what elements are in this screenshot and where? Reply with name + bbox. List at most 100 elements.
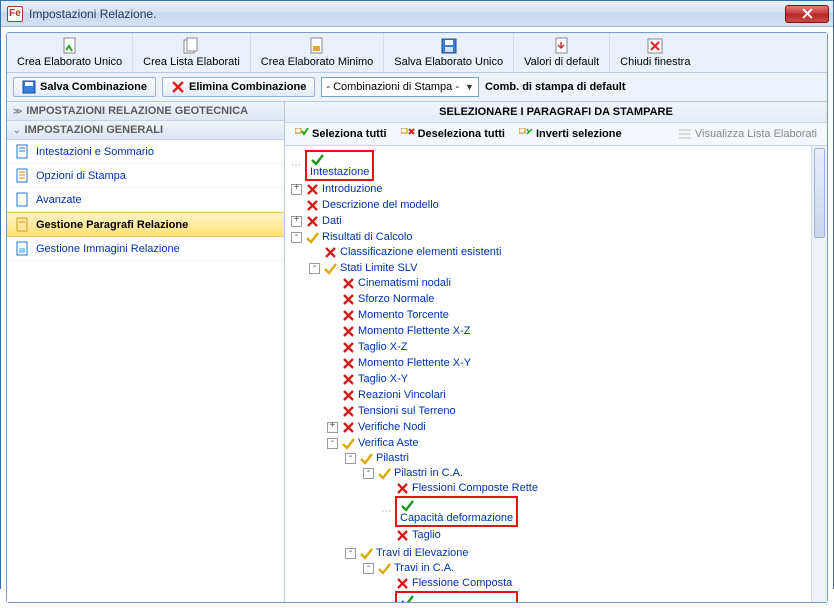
inverti-selezione-button[interactable]: Inverti selezione <box>513 126 628 142</box>
tree-item[interactable]: Descrizione del modello <box>322 199 439 211</box>
doc-lines-icon <box>15 168 30 183</box>
partial-check-icon <box>377 561 391 575</box>
sidebar-item-label: Gestione Immagini Relazione <box>36 243 180 255</box>
tree-item[interactable]: Travi di Elevazione <box>376 547 469 559</box>
salva-combinazione-button[interactable]: Salva Combinazione <box>13 77 156 97</box>
tree-item[interactable]: Flessioni Composte Rette <box>412 482 538 494</box>
app-icon: Fe <box>7 6 23 22</box>
tree-item[interactable]: Risultati di Calcolo <box>322 231 412 243</box>
window-close-button[interactable] <box>785 5 829 23</box>
expand-toggle[interactable]: - <box>309 263 320 274</box>
crea-elaborato-minimo-button[interactable]: Crea Elaborato Minimo <box>251 33 385 72</box>
cross-icon <box>341 292 355 306</box>
tree-item[interactable]: Pilastri in C.A. <box>394 467 463 479</box>
salva-elaborato-unico-button[interactable]: Salva Elaborato Unico <box>384 33 514 72</box>
cross-icon <box>305 198 319 212</box>
valori-default-button[interactable]: Valori di default <box>514 33 610 72</box>
sidebar-item-avanzate[interactable]: Avanzate <box>7 188 284 212</box>
combination-row: Salva Combinazione Elimina Combinazione … <box>7 73 827 102</box>
tree-item[interactable]: Stati Limite SLV <box>340 262 417 274</box>
expand-toggle[interactable]: - <box>363 468 374 479</box>
invert-icon <box>519 128 533 140</box>
close-red-icon <box>620 36 690 56</box>
tree-item[interactable]: Tensioni sul Terreno <box>358 405 456 417</box>
sidebar-section-geotecnica[interactable]: ≫ IMPOSTAZIONI RELAZIONE GEOTECNICA <box>7 102 284 121</box>
button-label: Visualizza Lista Elaborati <box>695 128 817 140</box>
doc-orange-icon <box>261 36 374 56</box>
tree-scroll-area[interactable]: ⋯ Intestazione +Introduzione .Descrizion… <box>285 146 827 602</box>
toolbar-label: Crea Lista Elaborati <box>143 56 240 68</box>
vertical-scrollbar[interactable] <box>811 146 827 602</box>
tree-item[interactable]: Introduzione <box>322 183 383 195</box>
sidebar: ≫ IMPOSTAZIONI RELAZIONE GEOTECNICA ⌄ IM… <box>7 102 285 602</box>
tree-item[interactable]: Cinematismi nodali <box>358 277 451 289</box>
tree-item[interactable]: Momento Flettente X-Z <box>358 325 471 337</box>
window-title: Impostazioni Relazione. <box>29 7 785 21</box>
sidebar-item-gestione-immagini[interactable]: Gestione Immagini Relazione <box>7 237 284 261</box>
button-label: Seleziona tutti <box>312 128 387 140</box>
toolbar-label: Valori di default <box>524 56 599 68</box>
combinazioni-dropdown[interactable]: - Combinazioni di Stampa - ▼ <box>321 77 479 97</box>
tree-item[interactable]: Verifiche Nodi <box>358 421 426 433</box>
tree-item[interactable]: Travi in C.A. <box>394 562 454 574</box>
doc-arrow-icon <box>524 36 599 56</box>
chiudi-finestra-button[interactable]: Chiudi finestra <box>610 33 700 72</box>
cross-icon <box>395 481 409 495</box>
expand-toggle[interactable]: + <box>291 184 302 195</box>
elimina-combinazione-button[interactable]: Elimina Combinazione <box>162 77 315 97</box>
cross-icon <box>341 420 355 434</box>
expand-toggle[interactable]: - <box>291 232 302 243</box>
section-label: IMPOSTAZIONI RELAZIONE GEOTECNICA <box>26 105 248 117</box>
deseleziona-tutti-button[interactable]: Deseleziona tutti <box>395 126 511 142</box>
crea-elaborato-unico-button[interactable]: Crea Elaborato Unico <box>7 33 133 72</box>
tree-item[interactable]: Classificazione elementi esistenti <box>340 246 501 258</box>
scrollbar-thumb[interactable] <box>814 148 825 238</box>
partial-check-icon <box>359 451 373 465</box>
sidebar-item-gestione-paragrafi[interactable]: Gestione Paragrafi Relazione <box>7 212 284 237</box>
tree-item[interactable]: Taglio X-Z <box>358 341 408 353</box>
expand-toggle[interactable]: + <box>291 216 302 227</box>
tree-item[interactable]: Verifica Aste <box>358 437 419 449</box>
highlight-box: Capacità deformazione <box>395 591 518 602</box>
sidebar-item-intestazioni[interactable]: Intestazioni e Sommario <box>7 140 284 164</box>
seleziona-tutti-button[interactable]: Seleziona tutti <box>289 126 393 142</box>
tree-item[interactable]: Sforzo Normale <box>358 293 434 305</box>
tree-item[interactable]: Pilastri <box>376 452 409 464</box>
tree-item[interactable]: Taglio X-Y <box>358 373 408 385</box>
expand-toggle[interactable]: + <box>327 422 338 433</box>
doc-stack-icon <box>143 36 240 56</box>
expand-toggle[interactable]: - <box>345 453 356 464</box>
chevron-down-icon: ▼ <box>465 82 474 92</box>
tree-item[interactable]: Momento Torcente <box>358 309 449 321</box>
sidebar-item-label: Avanzate <box>36 194 82 206</box>
expand-toggle[interactable]: - <box>327 438 338 449</box>
tree-item[interactable]: Intestazione <box>310 166 369 178</box>
visualizza-lista-button[interactable]: Visualizza Lista Elaborati <box>672 126 823 142</box>
floppy-icon <box>394 36 503 56</box>
tree-item[interactable]: Dati <box>322 215 342 227</box>
expand-toggle[interactable]: - <box>345 548 356 559</box>
check-icon <box>310 152 324 166</box>
combo-right-label: Comb. di stampa di default <box>485 81 626 93</box>
sidebar-item-opzioni-stampa[interactable]: Opzioni di Stampa <box>7 164 284 188</box>
sidebar-section-generali[interactable]: ⌄ IMPOSTAZIONI GENERALI <box>7 121 284 140</box>
tree-item[interactable]: Taglio <box>412 529 441 541</box>
crea-lista-elaborati-button[interactable]: Crea Lista Elaborati <box>133 33 251 72</box>
select-all-icon <box>295 128 309 140</box>
cross-icon <box>323 245 337 259</box>
button-label: Salva Combinazione <box>40 81 147 93</box>
cross-icon <box>341 340 355 354</box>
tree-item[interactable]: Momento Flettente X-Y <box>358 357 471 369</box>
expand-toggle[interactable]: - <box>363 563 374 574</box>
floppy-small-icon <box>22 80 36 94</box>
button-label: Elimina Combinazione <box>189 81 306 93</box>
tree-item[interactable]: Reazioni Vincolari <box>358 389 446 401</box>
doc-green-icon <box>17 36 122 56</box>
doc-yellow-icon <box>15 217 30 232</box>
tree-item[interactable]: Capacità deformazione <box>400 512 513 524</box>
chevron-right-icon: ≫ <box>13 106 22 117</box>
cross-icon <box>341 308 355 322</box>
cross-icon <box>305 214 319 228</box>
cross-icon <box>341 276 355 290</box>
tree-item[interactable]: Flessione Composta <box>412 577 512 589</box>
